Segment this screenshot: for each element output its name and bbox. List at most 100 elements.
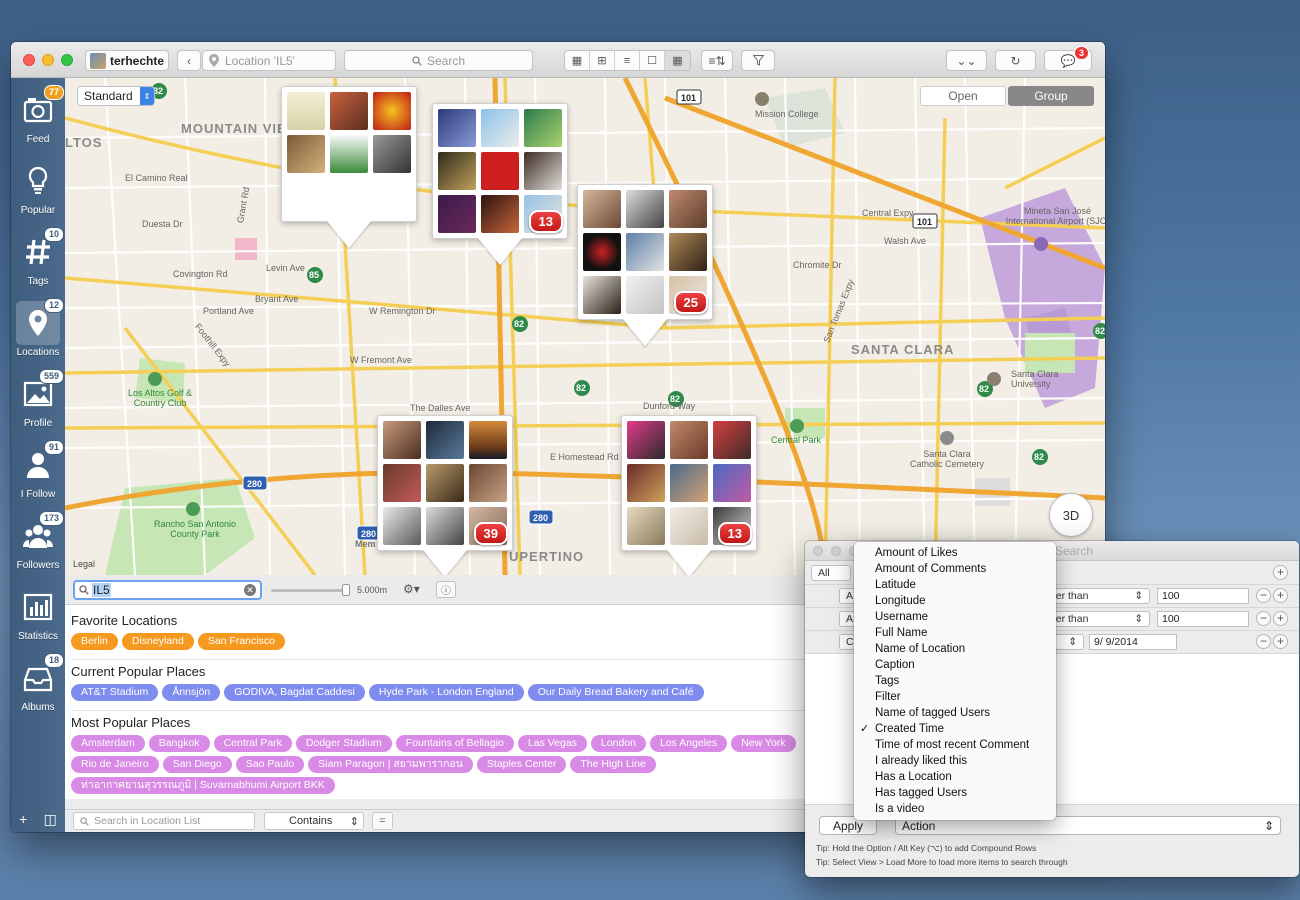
photo-thumbnail[interactable] (426, 464, 464, 502)
map-legal-link[interactable]: Legal (73, 559, 95, 569)
photo-thumbnail[interactable] (583, 276, 621, 314)
popular-place-pill[interactable]: Staples Center (476, 756, 567, 773)
add-row-button[interactable]: + (1273, 634, 1288, 649)
menu-item[interactable]: Filter (854, 689, 1056, 705)
refresh-button[interactable]: ↻ (995, 50, 1036, 71)
add-row-button[interactable]: + (1273, 588, 1288, 603)
equals-button[interactable]: = (372, 812, 393, 830)
view-map-button[interactable]: ▦ (665, 51, 690, 70)
popular-place-pill[interactable]: Las Vegas (517, 735, 587, 752)
open-toggle-button[interactable]: Open (920, 86, 1006, 106)
photo-thumbnail[interactable] (438, 152, 476, 190)
view-grid-button[interactable]: ⊞ (590, 51, 615, 70)
close-window-button[interactable] (23, 54, 35, 66)
popular-place-pill[interactable]: Amsterdam (71, 735, 145, 752)
photo-thumbnail[interactable] (383, 464, 421, 502)
location-list-search-input[interactable]: Search in Location List (73, 812, 255, 830)
menu-item[interactable]: Time of most recent Comment (854, 737, 1056, 753)
menu-item[interactable]: Longitude (854, 593, 1056, 609)
filter-field-select[interactable]: C (839, 634, 855, 650)
photo-thumbnail[interactable] (426, 421, 464, 459)
photo-cluster[interactable]: 13 (432, 103, 568, 239)
sidebar-item-feed[interactable]: 77 Feed (11, 84, 65, 152)
filter-value-input[interactable]: 100 (1157, 611, 1249, 627)
current-place-pill[interactable]: Our Daily Bread Bakery and Café (527, 684, 704, 701)
map-3d-button[interactable]: 3D (1049, 493, 1093, 537)
zoom-window-button[interactable] (61, 54, 73, 66)
group-toggle-button[interactable]: Group (1008, 86, 1094, 106)
menu-item[interactable]: Full Name (854, 625, 1056, 641)
photo-thumbnail[interactable] (626, 233, 664, 271)
photo-thumbnail[interactable] (669, 233, 707, 271)
clear-search-icon[interactable]: ✕ (244, 584, 256, 596)
photo-thumbnail[interactable] (481, 152, 519, 190)
menu-item[interactable]: Amount of Likes (854, 545, 1056, 561)
sidebar-item-statistics[interactable]: Statistics (11, 581, 65, 649)
photo-thumbnail[interactable] (469, 421, 507, 459)
info-button[interactable]: ⓘ (436, 581, 456, 598)
sidebar-item-albums[interactable]: 18 Albums (11, 652, 65, 720)
menu-item[interactable]: Tags (854, 673, 1056, 689)
favorite-location-pill[interactable]: Disneyland (121, 633, 194, 650)
add-row-button[interactable]: + (1273, 565, 1288, 580)
back-button[interactable]: ‹ (177, 50, 201, 71)
minimize-window-button[interactable] (42, 54, 54, 66)
favorite-location-pill[interactable]: Berlin (71, 633, 118, 650)
sidebar-toggle-icon[interactable]: ◫ (44, 811, 57, 828)
map-view[interactable]: 101 101 280 280 280 82 85 82 82 82 82 82… (65, 78, 1105, 575)
menu-item[interactable]: Caption (854, 657, 1056, 673)
popular-place-pill[interactable]: ท่าอากาศยานสุวรรณภูมิ | Suvarnabhumi Air… (71, 777, 335, 794)
photo-thumbnail[interactable] (670, 507, 708, 545)
photo-thumbnail[interactable] (627, 464, 665, 502)
menu-item[interactable]: Has a Location (854, 769, 1056, 785)
photo-cluster[interactable]: 25 (577, 184, 713, 320)
photo-thumbnail[interactable] (524, 152, 562, 190)
popular-place-pill[interactable]: Sao Paulo (235, 756, 305, 773)
popular-place-pill[interactable]: Bangkok (148, 735, 210, 752)
photo-thumbnail[interactable] (373, 92, 411, 130)
radius-slider-handle[interactable] (342, 584, 350, 596)
photo-thumbnail[interactable] (713, 421, 751, 459)
gear-icon[interactable]: ⚙▾ (403, 582, 420, 596)
menu-item[interactable]: Latitude (854, 577, 1056, 593)
load-more-button[interactable]: ⌄⌄ (946, 50, 987, 71)
photo-thumbnail[interactable] (524, 109, 562, 147)
popular-place-pill[interactable]: Dodger Stadium (295, 735, 392, 752)
menu-item[interactable]: Amount of Comments (854, 561, 1056, 577)
notifications-button[interactable]: 💬 3 (1044, 46, 1092, 71)
match-mode-select[interactable]: Contains ⇕ (264, 812, 364, 830)
sort-button[interactable]: ≡⇅ (701, 50, 733, 71)
sidebar-item-locations[interactable]: 12 Locations (11, 297, 65, 365)
menu-item[interactable]: Username (854, 609, 1056, 625)
add-row-button[interactable]: + (1273, 611, 1288, 626)
current-place-pill[interactable]: Ånnsjön (162, 684, 221, 701)
photo-thumbnail[interactable] (330, 92, 368, 130)
map-type-select[interactable]: Standard ⇕ (77, 86, 155, 106)
photo-thumbnail[interactable] (438, 109, 476, 147)
sidebar-item-profile[interactable]: 559 Profile (11, 368, 65, 436)
menu-item[interactable]: ✓ Created Time (854, 721, 1056, 737)
remove-row-button[interactable]: − (1256, 588, 1271, 603)
popular-place-pill[interactable]: Fountains of Bellagio (395, 735, 514, 752)
filter-value-input[interactable]: 100 (1157, 588, 1249, 604)
filter-operator-select[interactable]: ater than ⇕ (1040, 611, 1150, 627)
photo-thumbnail[interactable] (287, 135, 325, 173)
photo-thumbnail[interactable] (481, 195, 519, 233)
current-place-pill[interactable]: AT&T Stadium (71, 684, 159, 701)
popular-place-pill[interactable]: Central Park (213, 735, 292, 752)
location-search-input[interactable]: IL5 ✕ (73, 580, 262, 600)
photo-thumbnail[interactable] (373, 135, 411, 173)
photo-thumbnail[interactable] (383, 421, 421, 459)
filter-operator-select[interactable]: ater than ⇕ (1040, 588, 1150, 604)
filter-button[interactable] (741, 50, 775, 71)
menu-item[interactable]: I already liked this (854, 753, 1056, 769)
current-place-pill[interactable]: GODIVA, Bagdat Caddesi (224, 684, 365, 701)
photo-thumbnail[interactable] (583, 233, 621, 271)
menu-item[interactable]: Has tagged Users (854, 785, 1056, 801)
photo-thumbnail[interactable] (583, 190, 621, 228)
filter-date-input[interactable]: 9/ 9/2014 (1089, 634, 1177, 650)
view-single-button[interactable]: ☐ (640, 51, 665, 70)
sidebar-item-i-follow[interactable]: 91 I Follow (11, 439, 65, 507)
filter-field-select[interactable]: A (839, 611, 855, 627)
popular-place-pill[interactable]: New York (731, 735, 796, 752)
